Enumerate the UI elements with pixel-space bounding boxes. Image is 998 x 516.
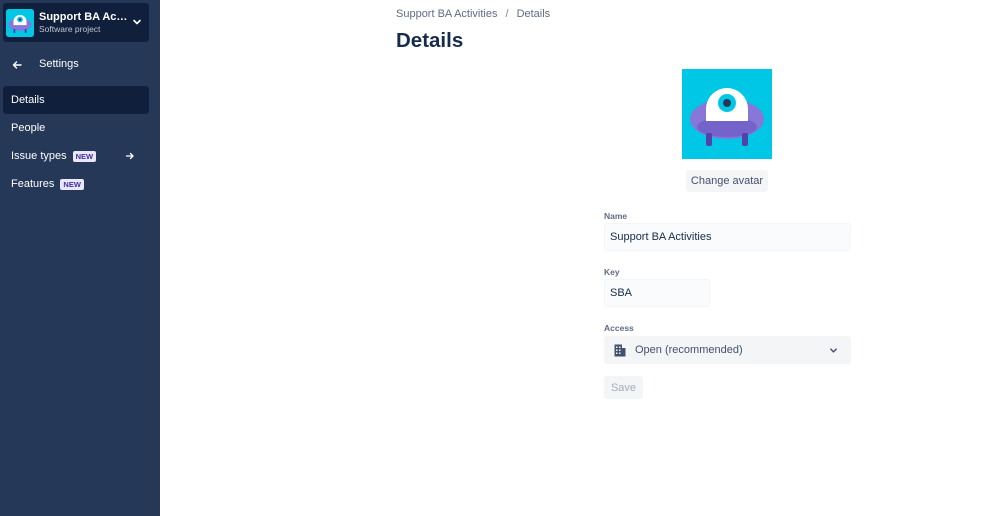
back-to-settings-link[interactable]: Settings (0, 54, 160, 76)
project-type: Software project (39, 23, 101, 34)
project-switcher[interactable]: Support BA Activities Software project (3, 3, 149, 42)
ufo-robot-avatar-icon (682, 69, 772, 159)
sidebar-item-details[interactable]: Details (3, 86, 149, 114)
project-name: Support BA Activities (39, 10, 131, 23)
breadcrumb-details[interactable]: Details (517, 8, 551, 20)
chevron-down-icon (133, 19, 141, 25)
key-input[interactable] (604, 279, 710, 307)
sidebar-item-label: Issue types (11, 150, 67, 162)
sidebar-item-issue-types[interactable]: Issue types NEW (3, 142, 149, 170)
save-button[interactable]: Save (604, 376, 643, 399)
new-badge: NEW (60, 178, 84, 190)
breadcrumb: Support BA Activities / Details (396, 8, 550, 20)
key-label: Key (604, 267, 620, 277)
sidebar-item-features[interactable]: Features NEW (3, 170, 149, 198)
project-avatar-large (682, 69, 772, 159)
breadcrumb-project[interactable]: Support BA Activities (396, 8, 498, 20)
access-select[interactable]: Open (recommended) (604, 336, 851, 364)
sidebar-item-people[interactable]: People (3, 114, 149, 142)
arrow-right-icon (125, 152, 134, 160)
settings-label: Settings (39, 58, 79, 70)
access-label: Access (604, 323, 634, 333)
sidebar-item-label: People (11, 122, 46, 134)
page-title: Details (396, 29, 464, 52)
sidebar-item-label: Features (11, 178, 55, 190)
arrow-left-icon (12, 61, 22, 69)
ufo-robot-avatar-icon (6, 8, 34, 37)
sidebar-item-label: Details (11, 94, 45, 106)
name-input[interactable] (604, 223, 851, 251)
access-value: Open (recommended) (635, 344, 743, 356)
breadcrumb-separator: / (505, 8, 509, 20)
sidebar: Support BA Activities Software project S… (0, 0, 160, 516)
chevron-down-icon (830, 348, 837, 353)
new-badge: NEW (72, 150, 97, 162)
project-avatar (6, 8, 34, 37)
name-label: Name (604, 211, 628, 221)
building-icon (614, 344, 626, 357)
change-avatar-button[interactable]: Change avatar (686, 170, 768, 192)
